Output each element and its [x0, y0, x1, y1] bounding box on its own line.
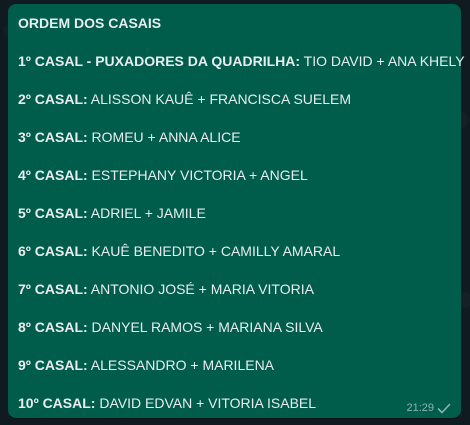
- message-time: 21:29: [406, 402, 434, 414]
- couple-label: 8º CASAL:: [18, 319, 88, 335]
- couple-label: 3º CASAL:: [18, 129, 88, 145]
- couple-label: 6º CASAL:: [18, 243, 88, 259]
- couple-names: ALISSON KAUÊ + FRANCISCA SUELEM: [87, 91, 352, 107]
- single-check-icon: [437, 403, 451, 414]
- couple-names: ESTEPHANY VICTORIA + ANGEL: [87, 167, 308, 183]
- couple-label: 4º CASAL:: [18, 167, 88, 183]
- couple-names: DAVID EDVAN + VITORIA ISABEL: [95, 395, 317, 411]
- couple-row-8: 8º CASAL: DANYEL RAMOS + MARIANA SILVA: [18, 318, 451, 336]
- couple-row-6: 6º CASAL: KAUÊ BENEDITO + CAMILLY AMARAL: [18, 242, 451, 260]
- couple-row-1: 1º CASAL - PUXADORES DA QUADRILHA: TIO D…: [18, 52, 465, 70]
- couple-label: 2º CASAL:: [18, 91, 88, 107]
- couple-label: 5º CASAL:: [18, 205, 88, 221]
- couple-label: 9º CASAL:: [18, 357, 88, 373]
- couple-row-5: 5º CASAL: ADRIEL + JAMILE: [18, 204, 451, 222]
- couple-names: ALESSANDRO + MARILENA: [87, 357, 275, 373]
- message-heading: ORDEM DOS CASAIS: [18, 15, 162, 31]
- couple-row-7: 7º CASAL: ANTONIO JOSÉ + MARIA VITORIA: [18, 280, 451, 298]
- couple-names: ADRIEL + JAMILE: [87, 205, 206, 221]
- message-meta: 21:29: [406, 402, 451, 414]
- couple-names: TIO DAVID + ANA KHELY: [300, 53, 465, 69]
- couple-names: KAUÊ BENEDITO + CAMILLY AMARAL: [87, 243, 341, 259]
- couple-names: DANYEL RAMOS + MARIANA SILVA: [87, 319, 323, 335]
- message-bubble[interactable]: ORDEM DOS CASAIS 1º CASAL - PUXADORES DA…: [8, 4, 465, 418]
- couple-label: 1º CASAL - PUXADORES DA QUADRILHA:: [18, 53, 301, 69]
- couple-row-9: 9º CASAL: ALESSANDRO + MARILENA: [18, 356, 451, 374]
- couple-label: 7º CASAL:: [18, 281, 88, 297]
- couple-row-2: 2º CASAL: ALISSON KAUÊ + FRANCISCA SUELE…: [18, 90, 451, 108]
- couple-row-10: 10º CASAL: DAVID EDVAN + VITORIA ISABEL: [18, 394, 451, 412]
- couple-row-3: 3º CASAL: ROMEU + ANNA ALICE: [18, 128, 451, 146]
- couple-label: 10º CASAL:: [18, 395, 96, 411]
- couple-names: ANTONIO JOSÉ + MARIA VITORIA: [87, 281, 314, 297]
- couple-names: ROMEU + ANNA ALICE: [87, 129, 241, 145]
- couple-row-4: 4º CASAL: ESTEPHANY VICTORIA + ANGEL: [18, 166, 451, 184]
